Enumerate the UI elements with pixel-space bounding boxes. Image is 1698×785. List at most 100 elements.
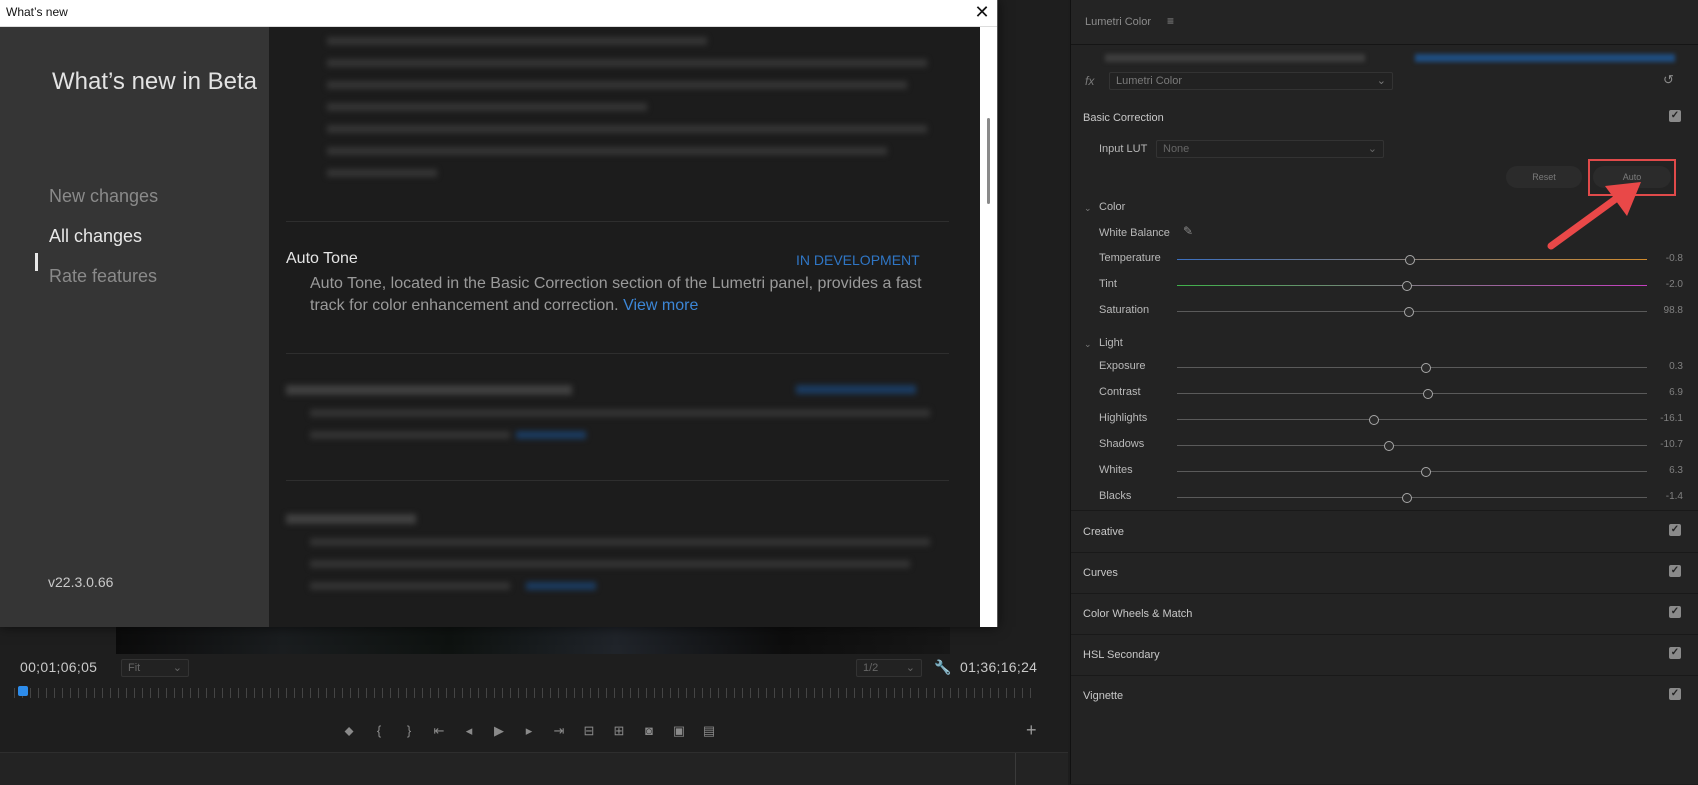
insert-icon[interactable]: ⊟ [580, 722, 598, 740]
slider-track[interactable] [1177, 419, 1647, 420]
section-checkbox[interactable]: ✓ [1669, 524, 1681, 536]
effect-dropdown[interactable]: Lumetri Color ⌄ [1109, 72, 1393, 90]
overwrite-icon[interactable]: ⊞ [610, 722, 628, 740]
dialog-scrollbar[interactable] [980, 27, 997, 627]
dialog-titlebar[interactable]: What’s new ✕ [0, 0, 997, 27]
marker-icon[interactable]: ⬥ [340, 722, 358, 740]
section-checkbox[interactable]: ✓ [1669, 647, 1681, 659]
section-label: Creative [1083, 526, 1124, 538]
add-button[interactable]: + [1026, 720, 1037, 741]
section-checkbox[interactable]: ✓ [1669, 565, 1681, 577]
section-curves[interactable]: Curves ✓ [1071, 553, 1698, 594]
reset-effect-icon[interactable]: ↺ [1663, 72, 1674, 88]
chevron-down-icon: ⌄ [172, 662, 182, 674]
play-icon[interactable]: ▶ [490, 722, 508, 740]
divider [286, 221, 949, 222]
slider-handle[interactable] [1402, 281, 1413, 291]
input-lut-dropdown[interactable]: None ⌄ [1156, 140, 1384, 158]
dialog-sidebar: What’s new in Beta New changes All chang… [0, 27, 269, 627]
chevron-down-icon[interactable]: ⌄ [1084, 339, 1092, 350]
compare-icon[interactable]: ▣ [670, 722, 688, 740]
zoom-dropdown[interactable]: Fit ⌄ [121, 659, 189, 677]
lumetri-color-panel: Lumetri Color ≡ fx Lumetri Color ⌄ ↺ Bas… [1070, 0, 1698, 784]
slider-value[interactable]: 98.8 [1643, 305, 1683, 316]
section-label: Vignette [1083, 690, 1124, 702]
current-timecode[interactable]: 00;01;06;05 [20, 659, 97, 675]
slider-handle[interactable] [1404, 255, 1415, 265]
basic-correction-checkbox[interactable]: ✓ [1669, 110, 1681, 122]
slider-handle[interactable] [1423, 389, 1434, 399]
timeline-ruler[interactable] [14, 688, 1034, 698]
slider-row: Exposure 0.3 [1071, 358, 1698, 378]
resolution-dropdown[interactable]: 1/2 ⌄ [856, 659, 922, 677]
slider-handle[interactable] [1383, 441, 1394, 451]
slider-value[interactable]: -10.7 [1643, 439, 1683, 450]
section-vignette[interactable]: Vignette ✓ [1071, 676, 1698, 716]
light-group-label[interactable]: Light [1099, 337, 1123, 349]
close-icon[interactable]: ✕ [972, 2, 992, 22]
chevron-down-icon[interactable]: ⌄ [1084, 203, 1092, 214]
eyedropper-icon[interactable]: ✎ [1183, 224, 1193, 238]
section-color-wheels-match[interactable]: Color Wheels & Match ✓ [1071, 594, 1698, 635]
mark-in-icon[interactable]: { [370, 722, 388, 740]
nav-active-marker [35, 253, 38, 271]
slider-value[interactable]: -2.0 [1643, 279, 1683, 290]
section-label: Curves [1083, 567, 1118, 579]
blurred-text-block [327, 31, 927, 177]
nav-all-changes[interactable]: All changes [49, 226, 142, 247]
color-group-label[interactable]: Color [1099, 201, 1125, 213]
multi-cam-icon[interactable]: ▤ [700, 722, 718, 740]
section-checkbox[interactable]: ✓ [1669, 688, 1681, 700]
divider [286, 480, 949, 481]
basic-correction-title[interactable]: Basic Correction [1083, 112, 1164, 124]
panel-menu-icon[interactable]: ≡ [1167, 14, 1174, 28]
section-creative[interactable]: Creative ✓ [1071, 512, 1698, 553]
go-to-out-icon[interactable]: ⇥ [550, 722, 568, 740]
slider-value[interactable]: 6.9 [1643, 387, 1683, 398]
slider-row: Saturation 98.8 [1071, 302, 1698, 322]
chevron-down-icon: ⌄ [1367, 143, 1377, 155]
panel-title[interactable]: Lumetri Color [1085, 16, 1151, 28]
slider-label: Temperature [1099, 252, 1161, 264]
divider [1071, 510, 1698, 511]
mark-out-icon[interactable]: } [400, 722, 418, 740]
scrollbar-thumb[interactable] [987, 118, 990, 204]
slider-label: Blacks [1099, 490, 1132, 502]
section-label: HSL Secondary [1083, 649, 1160, 661]
wrench-icon[interactable]: 🔧 [934, 659, 951, 676]
feature-description: Auto Tone, located in the Basic Correcti… [310, 273, 940, 317]
chevron-down-icon: ⌄ [905, 662, 915, 674]
slider-value[interactable]: 0.3 [1643, 361, 1683, 372]
slider-handle[interactable] [1404, 307, 1415, 317]
slider-handle[interactable] [1421, 467, 1432, 477]
source-clip-row [1085, 54, 1685, 64]
slider-value[interactable]: -1.4 [1643, 491, 1683, 502]
slider-row: Blacks -1.4 [1071, 488, 1698, 508]
slider-handle[interactable] [1421, 363, 1432, 373]
dialog-title: What’s new [6, 5, 68, 19]
section-checkbox[interactable]: ✓ [1669, 606, 1681, 618]
playhead[interactable] [18, 686, 28, 696]
feature-description-text: Auto Tone, located in the Basic Correcti… [310, 275, 922, 314]
timeline-panel-edge [0, 752, 1068, 785]
step-forward-icon[interactable]: ▸ [520, 722, 538, 740]
nav-new-changes[interactable]: New changes [49, 186, 158, 207]
section-hsl-secondary[interactable]: HSL Secondary ✓ [1071, 635, 1698, 676]
step-back-icon[interactable]: ◂ [460, 722, 478, 740]
slider-row: Tint -2.0 [1071, 276, 1698, 296]
go-to-in-icon[interactable]: ⇤ [430, 722, 448, 740]
slider-track[interactable] [1177, 367, 1647, 368]
slider-value[interactable]: 6.3 [1643, 465, 1683, 476]
slider-track[interactable] [1177, 393, 1647, 394]
slider-value[interactable]: -16.1 [1643, 413, 1683, 424]
nav-rate-features[interactable]: Rate features [49, 266, 157, 287]
slider-track[interactable] [1177, 471, 1647, 472]
whats-new-dialog: What’s new ✕ What’s new in Beta New chan… [0, 0, 998, 627]
slider-value[interactable]: -0.8 [1643, 253, 1683, 264]
slider-handle[interactable] [1402, 493, 1413, 503]
camera-icon[interactable]: ◙ [640, 722, 658, 740]
effect-value: Lumetri Color [1116, 75, 1183, 87]
view-more-link[interactable]: View more [623, 297, 698, 314]
slider-handle[interactable] [1369, 415, 1380, 425]
slider-track[interactable] [1177, 445, 1647, 446]
